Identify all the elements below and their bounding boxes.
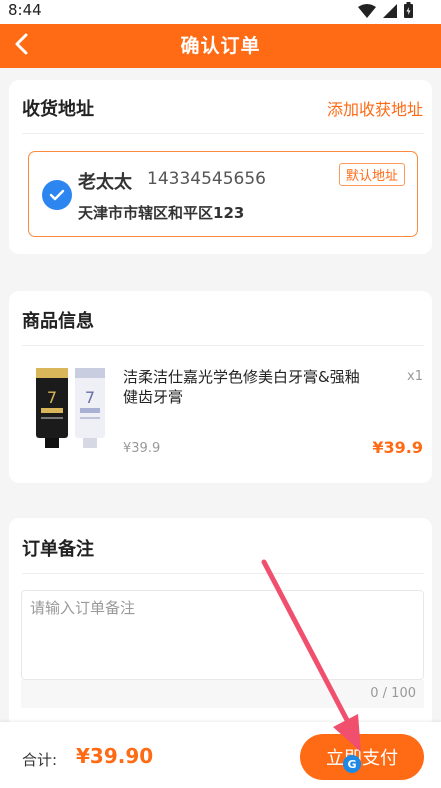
- order-note-input[interactable]: [22, 591, 423, 679]
- address-detail: 天津市市辖区和平区123: [78, 204, 245, 222]
- goods-card: 商品信息 7 7 洁柔洁仕嘉光学色修美白牙膏&强釉健齿牙膏 x1 ¥39.9 ¥…: [9, 291, 432, 483]
- status-time: 8:44: [8, 1, 42, 19]
- signal-icon: [383, 3, 397, 22]
- product-name: 洁柔洁仕嘉光学色修美白牙膏&强釉健齿牙膏: [123, 368, 360, 406]
- note-count-bar: 0 / 100: [21, 680, 424, 708]
- goods-section-title: 商品信息: [22, 311, 94, 332]
- watermark-logo: G: [343, 755, 361, 773]
- selected-check[interactable]: [42, 180, 72, 210]
- page-title: 确认订单: [180, 35, 261, 57]
- battery-icon: [404, 2, 413, 22]
- check-icon: [49, 186, 65, 205]
- product-image: 7 7: [31, 362, 111, 454]
- app-header: 确认订单: [0, 24, 441, 68]
- status-bar: 8:44: [0, 0, 441, 24]
- divider: [22, 133, 424, 134]
- recipient-phone: 14334545656: [147, 169, 266, 189]
- pay-now-button[interactable]: 立即支付: [300, 734, 424, 780]
- recipient-name: 老太太: [78, 172, 132, 193]
- address-section-title: 收货地址: [22, 99, 94, 120]
- note-char-count: 0 / 100: [370, 686, 416, 701]
- note-input-wrapper: [21, 590, 424, 680]
- note-section-title: 订单备注: [22, 539, 94, 560]
- checkout-bar: 合计: ¥39.90 立即支付: [0, 722, 441, 788]
- add-address-link[interactable]: 添加收获地址: [327, 96, 423, 120]
- status-icons: [358, 2, 413, 22]
- product-quantity: x1: [407, 369, 423, 384]
- total-amount: ¥39.90: [76, 744, 154, 768]
- svg-text:7: 7: [85, 388, 95, 407]
- product-unit-price: ¥39.9: [123, 441, 161, 456]
- wifi-icon: [358, 3, 376, 22]
- address-card: 收货地址 添加收获地址 老太太 14334545656 默认地址 天津市市辖区和…: [9, 80, 432, 254]
- default-address-badge: 默认地址: [338, 163, 405, 186]
- order-note-card: 订单备注 0 / 100: [9, 518, 432, 728]
- watermark-icon: G: [343, 755, 361, 773]
- total-label: 合计:: [22, 751, 58, 769]
- divider: [22, 573, 424, 574]
- divider: [22, 345, 424, 346]
- svg-text:7: 7: [47, 388, 57, 407]
- product-price: ¥39.9: [372, 438, 423, 457]
- address-option[interactable]: 老太太 14334545656 默认地址 天津市市辖区和平区123: [28, 151, 418, 237]
